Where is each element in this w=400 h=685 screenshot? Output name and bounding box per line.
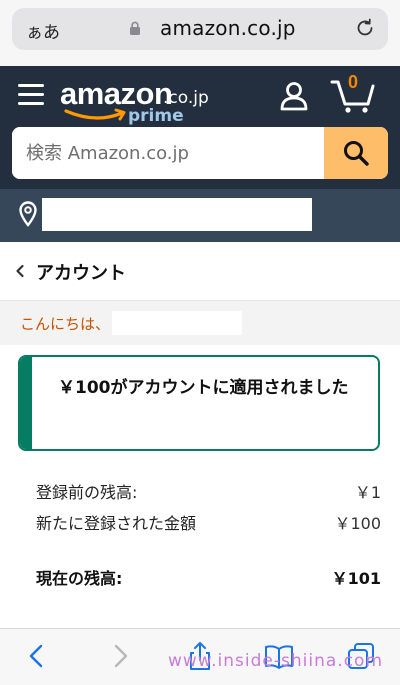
balance-label: 現在の残高:: [36, 569, 123, 588]
amazon-prime-logo[interactable]: amazon .co.jp prime: [60, 74, 220, 126]
search-button[interactable]: [324, 127, 388, 179]
search-icon: [344, 141, 369, 166]
address-bar[interactable]: ぁあ amazon.co.jp: [12, 8, 388, 50]
greeting-row: こんにちは、: [0, 301, 400, 345]
chevron-left-icon: [16, 264, 24, 278]
back-arrow-icon[interactable]: [22, 641, 52, 671]
location-pin-icon: [19, 201, 37, 227]
cart-count: 0: [348, 72, 359, 92]
search-box: [12, 127, 388, 179]
alert-accent-bar: [20, 357, 32, 449]
account-back-row[interactable]: アカウント: [0, 242, 400, 301]
page-title: アカウント: [36, 263, 126, 284]
lock-icon: [130, 21, 140, 35]
logo-domain: .co.jp: [163, 88, 209, 108]
balance-label: 新たに登録された金額: [36, 514, 197, 533]
balance-value: ￥1: [354, 483, 381, 502]
greeting-text: こんにちは、: [20, 315, 111, 333]
balance-value: ￥100: [334, 514, 381, 533]
address-redacted: [42, 198, 312, 231]
delivery-location-bar[interactable]: [0, 189, 400, 242]
url-text[interactable]: amazon.co.jp: [160, 16, 296, 40]
smile-arrow-icon: [64, 108, 126, 121]
cart-button[interactable]: 0: [330, 72, 376, 114]
reload-icon[interactable]: [354, 17, 376, 39]
user-name-redacted: [112, 311, 242, 335]
balance-value: ￥101: [331, 569, 381, 588]
browser-bar: ぁあ amazon.co.jp: [0, 0, 400, 66]
text-size-button[interactable]: ぁあ: [26, 18, 60, 43]
alert-message: ￥100がアカウントに適用されました: [58, 378, 349, 398]
forward-arrow-icon[interactable]: [105, 641, 135, 671]
watermark: www.inside-shiina.com: [168, 651, 383, 671]
search-input[interactable]: [12, 127, 324, 179]
account-icon[interactable]: [278, 80, 310, 112]
balance-label: 登録前の残高:: [36, 483, 138, 502]
logo-prime: prime: [128, 106, 184, 126]
success-alert: ￥100がアカウントに適用されました: [18, 355, 380, 451]
menu-icon[interactable]: [18, 84, 44, 105]
amazon-header: amazon .co.jp prime 0: [0, 66, 400, 189]
